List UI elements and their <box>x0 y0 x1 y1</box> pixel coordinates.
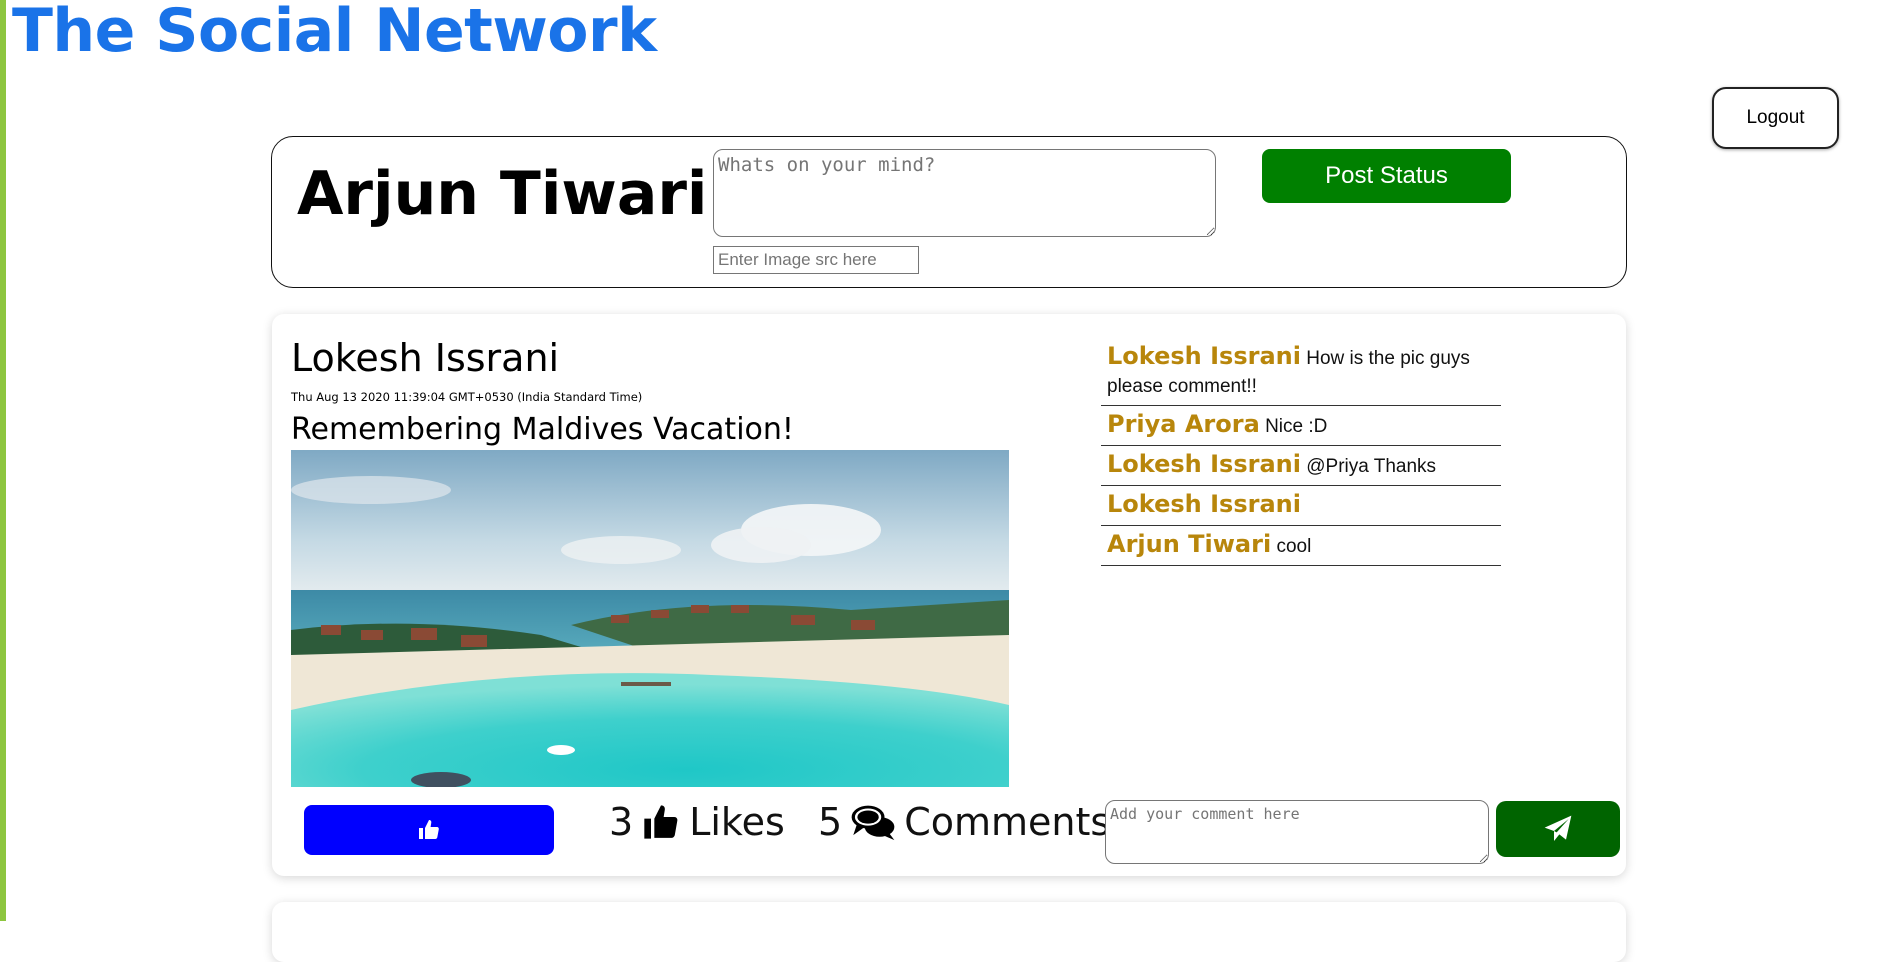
comment-item: Lokesh Issrani <box>1101 486 1501 526</box>
status-input[interactable] <box>713 149 1216 237</box>
paper-plane-icon <box>1544 815 1572 841</box>
post-image <box>291 450 1009 787</box>
comment-author: Lokesh Issrani <box>1107 450 1301 478</box>
thumbs-up-icon <box>419 820 439 839</box>
image-src-input[interactable] <box>713 246 919 274</box>
comment-text: @Priya Thanks <box>1306 456 1437 477</box>
comments-list: Lokesh Issrani How is the pic guys pleas… <box>1101 338 1501 566</box>
post-text: Remembering Maldives Vacation! <box>291 412 794 447</box>
comment-input[interactable] <box>1105 800 1489 864</box>
logout-button[interactable]: Logout <box>1712 87 1839 149</box>
comments-count: 5 Comments <box>818 800 1110 844</box>
left-accent-bar <box>0 0 6 921</box>
like-button[interactable] <box>304 805 554 855</box>
comment-item: Lokesh Issrani How is the pic guys pleas… <box>1101 338 1501 406</box>
comments-count-value: 5 <box>818 800 843 844</box>
likes-count: 3 Likes <box>609 800 785 844</box>
comment-author: Lokesh Issrani <box>1107 490 1301 518</box>
comment-text: Nice :D <box>1265 416 1328 437</box>
likes-label: Likes <box>689 800 785 844</box>
comment-item: Priya Arora Nice :D <box>1101 406 1501 446</box>
status-composer: Arjun Tiwari Post Status <box>271 136 1627 288</box>
comment-text: cool <box>1276 536 1312 557</box>
send-comment-button[interactable] <box>1496 801 1620 857</box>
comment-item: Lokesh Issrani @Priya Thanks <box>1101 446 1501 486</box>
post-card <box>272 902 1626 962</box>
current-user-name: Arjun Tiwari <box>297 159 708 229</box>
comments-label: Comments <box>904 800 1111 844</box>
comment-author: Priya Arora <box>1107 410 1260 438</box>
comment-author: Arjun Tiwari <box>1107 530 1272 558</box>
comments-icon <box>851 805 895 841</box>
thumbs-up-icon <box>644 805 678 839</box>
likes-count-value: 3 <box>609 800 634 844</box>
post-status-button[interactable]: Post Status <box>1262 149 1511 203</box>
post-author: Lokesh Issrani <box>291 336 560 380</box>
comment-author: Lokesh Issrani <box>1107 342 1301 370</box>
comment-item: Arjun Tiwari cool <box>1101 526 1501 566</box>
post-card: Lokesh Issrani Thu Aug 13 2020 11:39:04 … <box>272 314 1626 876</box>
post-timestamp: Thu Aug 13 2020 11:39:04 GMT+0530 (India… <box>291 390 643 404</box>
site-title: The Social Network <box>12 0 657 66</box>
